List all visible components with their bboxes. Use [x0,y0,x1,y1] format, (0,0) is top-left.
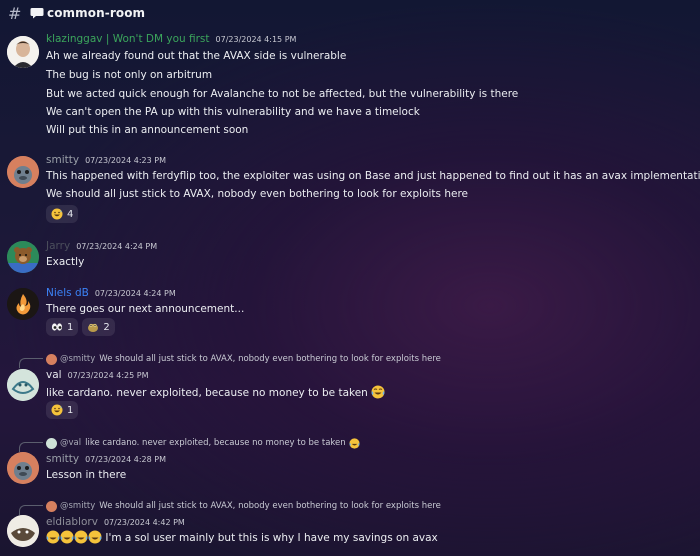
message-text: There goes our next announcement... [46,303,245,315]
avatar-bear-icon [7,241,39,273]
reply-preview: We should all just stick to AVAX, nobody… [99,501,441,511]
message: Niels dB 07/23/2024 4:24 PM There goes o… [0,287,700,339]
author-name[interactable]: smitty [46,154,79,166]
message: Jarry 07/23/2024 4:24 PM Exactly [0,240,700,276]
eyes-icon [51,323,63,331]
author-name[interactable]: Jarry [46,240,70,252]
avatar[interactable] [7,241,39,273]
avatar-portrait-icon [7,36,39,68]
reply-author: @smitty [60,501,96,511]
message-text: But we acted quick enough for Avalanche … [46,88,519,100]
message: @val like cardano. never exploited, beca… [0,436,700,486]
message-text: Will put this in an announcement soon [46,124,249,136]
timestamp: 07/23/2024 4:25 PM [67,371,149,380]
reply-author: @val [60,438,82,448]
message-text: Lesson in there [46,469,127,481]
author-name[interactable]: eldiablorv [46,516,98,528]
channel-name[interactable]: common-room [47,6,145,20]
tears-of-joy-icon [88,530,102,544]
reaction-count: 4 [67,208,74,220]
message-text: We can't open the PA up with this vulner… [46,106,420,118]
avatar[interactable] [7,515,39,547]
avatar[interactable] [7,156,39,188]
reaction-count: 1 [67,404,74,416]
avatar-mascot-icon [7,515,39,547]
message-text-content: like cardano. never exploited, because n… [46,387,368,399]
reaction-button[interactable]: 4 [46,205,79,223]
timestamp: 07/23/2024 4:23 PM [85,156,166,165]
avatar[interactable] [7,288,39,320]
timestamp: 07/23/2024 4:42 PM [103,518,185,527]
author-name[interactable]: Niels dB [46,287,89,299]
tears-of-joy-icon [74,530,88,544]
avatar[interactable] [7,452,39,484]
reply-spine [19,442,43,452]
reply-reference[interactable]: @smitty We should all just stick to AVAX… [46,353,441,365]
message-text: The bug is not only on arbitrum [46,69,213,81]
author-name[interactable]: smitty [46,453,79,465]
message: @smitty We should all just stick to AVAX… [0,352,700,420]
tears-of-joy-icon [60,530,74,544]
reaction-button[interactable]: 1 [46,318,79,336]
reaction-button[interactable]: 1 [46,401,79,419]
avatar-creature-icon [7,156,39,188]
avatar[interactable] [7,36,39,68]
grinning-sweat-face-icon [51,208,63,220]
reply-spine [19,358,43,368]
channel-hash-icon: # [8,3,22,23]
reply-reference[interactable]: @smitty We should all just stick to AVAX… [46,500,441,512]
timestamp: 07/23/2024 4:28 PM [85,455,166,464]
reply-preview: like cardano. never exploited, because n… [85,438,346,448]
timestamp: 07/23/2024 4:24 PM [76,242,158,251]
reply-reference[interactable]: @val like cardano. never exploited, beca… [46,437,360,449]
message-text: Exactly [46,256,85,268]
reply-avatar [46,500,57,512]
reaction-button[interactable]: 2 [82,318,115,336]
speech-bubble-icon [30,8,44,19]
message-text: This happened with ferdyflip too, the ex… [46,170,700,182]
timestamp: 07/23/2024 4:15 PM [215,35,297,44]
reaction-count: 2 [103,321,110,333]
timestamp: 07/23/2024 4:24 PM [94,289,176,298]
reply-preview: We should all just stick to AVAX, nobody… [99,354,441,364]
reply-avatar [46,437,57,449]
avatar-sketch-icon [7,369,39,401]
message-text: Ah we already found out that the AVAX si… [46,50,347,62]
tears-of-joy-icon [371,385,385,399]
custom-frog-icon [88,323,99,332]
message: smitty 07/23/2024 4:23 PM This happened … [0,154,700,224]
reply-avatar [46,353,57,365]
message: @smitty We should all just stick to AVAX… [0,499,700,556]
channel-header: # common-room [0,0,700,26]
avatar-creature-icon [7,452,39,484]
reply-spine [19,505,43,515]
reaction-count: 1 [67,321,74,333]
avatar[interactable] [7,369,39,401]
avatar-fire-icon [7,288,39,320]
message-text-content: I'm a sol user mainly but this is why I … [105,532,438,544]
message: klazinggav | Won't DM you first 07/23/20… [0,33,700,143]
author-name[interactable]: val [46,369,62,381]
tears-of-joy-icon [349,437,360,449]
author-name[interactable]: klazinggav | Won't DM you first [46,33,210,45]
tears-of-joy-icon [46,530,60,544]
message-text: I'm a sol user mainly but this is why I … [46,530,438,544]
message-text: We should all just stick to AVAX, nobody… [46,188,468,200]
reply-author: @smitty [60,354,96,364]
message-text: like cardano. never exploited, because n… [46,385,385,399]
grinning-sweat-face-icon [51,404,63,416]
